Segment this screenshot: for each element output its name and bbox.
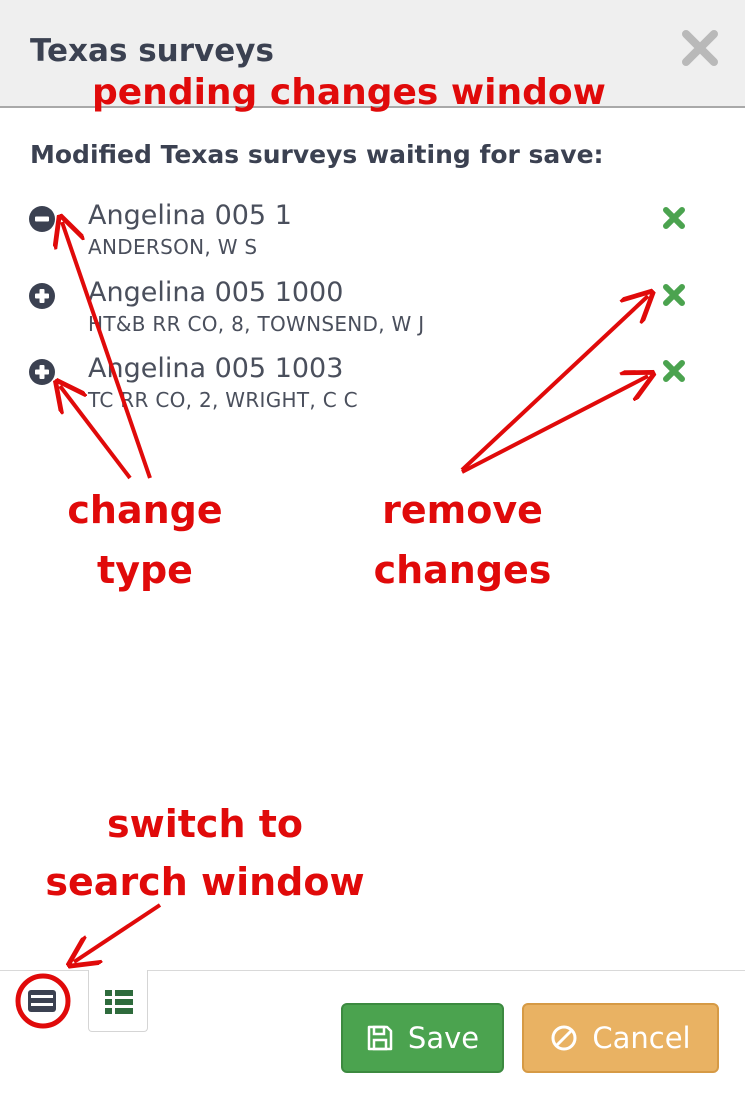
item-title: Angelina 005 1000 — [88, 277, 344, 308]
cancel-label: Cancel — [592, 1021, 691, 1055]
annotation-text: type — [97, 548, 193, 592]
list-item: Angelina 005 1000 HT&B RR CO, 8, TOWNSEN… — [0, 277, 745, 347]
close-button[interactable] — [678, 26, 722, 70]
list-window-tab[interactable] — [88, 970, 148, 1032]
list-item: Angelina 005 1003 TC RR CO, 2, WRIGHT, C… — [0, 353, 745, 423]
list-item: Angelina 005 1 ANDERSON, W S — [0, 200, 745, 270]
minus-circle-icon[interactable] — [28, 205, 56, 233]
annotation-switch-window: switch to search window — [40, 795, 370, 911]
remove-change-icon[interactable] — [660, 357, 688, 385]
plus-circle-icon[interactable] — [28, 358, 56, 386]
floppy-disk-icon — [367, 1025, 393, 1051]
annotation-text: search window — [45, 860, 365, 904]
annotation-text: switch to — [107, 802, 303, 846]
annotation-window-label: pending changes window — [92, 72, 606, 113]
cancel-button[interactable]: Cancel — [522, 1003, 719, 1073]
annotation-remove-changes: remove changes — [360, 480, 565, 600]
item-subtitle: HT&B RR CO, 8, TOWNSEND, W J — [88, 312, 425, 336]
annotation-text: remove — [382, 488, 543, 532]
list-icon — [105, 990, 133, 1014]
window-title: Texas surveys — [30, 33, 274, 69]
item-subtitle: ANDERSON, W S — [88, 235, 258, 259]
server-icon — [28, 990, 56, 1012]
plus-circle-icon[interactable] — [28, 282, 56, 310]
save-button[interactable]: Save — [341, 1003, 504, 1073]
close-icon — [682, 30, 718, 66]
save-label: Save — [407, 1021, 480, 1055]
section-heading: Modified Texas surveys waiting for save: — [30, 140, 604, 169]
item-title: Angelina 005 1 — [88, 200, 292, 231]
annotation-change-type: change type — [50, 480, 240, 600]
ban-icon — [551, 1025, 577, 1051]
remove-change-icon[interactable] — [660, 281, 688, 309]
search-window-tab[interactable] — [12, 972, 72, 1032]
annotation-text: changes — [373, 548, 552, 592]
remove-change-icon[interactable] — [660, 204, 688, 232]
item-title: Angelina 005 1003 — [88, 353, 344, 384]
item-subtitle: TC RR CO, 2, WRIGHT, C C — [88, 388, 358, 412]
annotation-text: change — [67, 488, 223, 532]
